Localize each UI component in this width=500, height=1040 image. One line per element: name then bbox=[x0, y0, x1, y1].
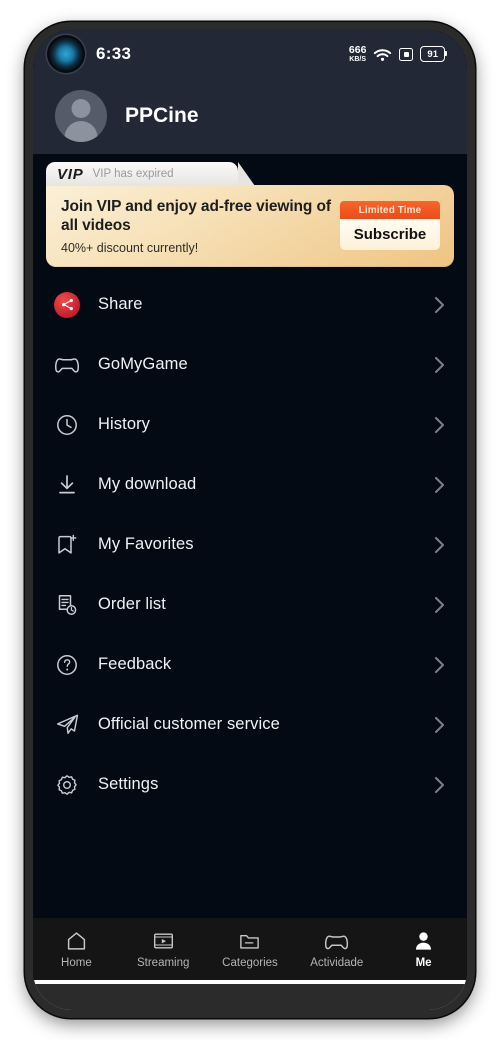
vip-logo: VIP bbox=[57, 165, 84, 183]
menu-item-label: Official customer service bbox=[98, 715, 280, 734]
menu-item-label: Settings bbox=[98, 775, 159, 794]
nav-item-categories[interactable]: Categories bbox=[207, 929, 294, 969]
menu-item-settings[interactable]: Settings bbox=[33, 755, 467, 815]
phone-screen-bezel: 6:33 666 KB/S 91 PPCine VIP VIP has expi… bbox=[33, 30, 467, 1010]
camera-punch-hole-icon bbox=[47, 35, 85, 73]
nav-item-actividade[interactable]: Actividade bbox=[293, 929, 380, 969]
menu-item-gomygame[interactable]: GoMyGame bbox=[33, 335, 467, 395]
page-title: PPCine bbox=[125, 104, 199, 127]
nav-label: Actividade bbox=[310, 957, 364, 969]
vip-headline: Join VIP and enjoy ad-free viewing of al… bbox=[61, 198, 331, 235]
chevron-right-icon bbox=[435, 536, 444, 553]
menu-item-my-favorites[interactable]: My Favorites bbox=[33, 515, 467, 575]
menu-item-feedback[interactable]: Feedback bbox=[33, 635, 467, 695]
vip-banner-body[interactable]: Join VIP and enjoy ad-free viewing of al… bbox=[46, 185, 454, 267]
menu-item-label: History bbox=[98, 415, 151, 434]
gear-icon bbox=[53, 771, 81, 799]
menu-item-label: GoMyGame bbox=[98, 355, 188, 374]
nav-label: Categories bbox=[222, 957, 278, 969]
menu-list: Share GoMyGame History My download My Fa… bbox=[33, 267, 467, 918]
subscribe-button[interactable]: Subscribe bbox=[340, 219, 440, 251]
bookmark-plus-icon bbox=[53, 531, 81, 559]
nav-item-home[interactable]: Home bbox=[33, 929, 120, 969]
menu-item-label: Feedback bbox=[98, 655, 172, 674]
folder-icon bbox=[238, 929, 261, 952]
chevron-right-icon bbox=[435, 776, 444, 793]
chevron-right-icon bbox=[435, 656, 444, 673]
subscribe-cta[interactable]: Limited Time Subscribe bbox=[340, 201, 440, 251]
battery-icon: 91 bbox=[420, 46, 447, 62]
menu-item-label: Share bbox=[98, 295, 143, 314]
network-speed-indicator: 666 KB/S bbox=[349, 45, 367, 64]
nav-label: Streaming bbox=[136, 957, 190, 969]
nav-item-streaming[interactable]: Streaming bbox=[120, 929, 207, 969]
chevron-right-icon bbox=[435, 716, 444, 733]
gamepad-icon bbox=[324, 929, 349, 952]
vip-banner[interactable]: VIP VIP has expired Join VIP and enjoy a… bbox=[46, 162, 454, 267]
download-icon bbox=[53, 471, 81, 499]
chevron-right-icon bbox=[435, 296, 444, 313]
phone-frame: 6:33 666 KB/S 91 PPCine VIP VIP has expi… bbox=[25, 22, 475, 1018]
bottom-navigation: Home Streaming Categories Actividade Me bbox=[33, 918, 467, 980]
share-icon bbox=[53, 291, 81, 319]
limited-time-badge: Limited Time bbox=[340, 201, 440, 220]
menu-item-label: Order list bbox=[98, 595, 166, 614]
phone-chin bbox=[33, 984, 467, 1010]
menu-item-label: My download bbox=[98, 475, 197, 494]
menu-item-share[interactable]: Share bbox=[33, 275, 467, 335]
vip-status-text: VIP has expired bbox=[92, 168, 174, 180]
nav-item-me[interactable]: Me bbox=[380, 929, 467, 969]
status-clock: 6:33 bbox=[96, 44, 132, 63]
menu-item-order-list[interactable]: Order list bbox=[33, 575, 467, 635]
menu-item-label: My Favorites bbox=[98, 535, 194, 554]
chevron-right-icon bbox=[435, 596, 444, 613]
vip-copy: Join VIP and enjoy ad-free viewing of al… bbox=[61, 197, 340, 255]
chevron-right-icon bbox=[435, 416, 444, 433]
network-speed-value: 666 bbox=[348, 43, 367, 56]
chevron-right-icon bbox=[435, 356, 444, 373]
menu-item-official-customer-service[interactable]: Official customer service bbox=[33, 695, 467, 755]
menu-item-history[interactable]: History bbox=[33, 395, 467, 455]
question-circle-icon bbox=[53, 651, 81, 679]
person-icon bbox=[412, 929, 435, 952]
avatar[interactable] bbox=[55, 90, 107, 142]
status-indicators: 666 KB/S 91 bbox=[349, 45, 447, 64]
clock-icon bbox=[53, 411, 81, 439]
menu-item-my-download[interactable]: My download bbox=[33, 455, 467, 515]
network-speed-unit: KB/S bbox=[349, 56, 367, 64]
order-document-icon bbox=[53, 591, 81, 619]
paper-plane-icon bbox=[53, 711, 81, 739]
profile-header[interactable]: PPCine bbox=[33, 78, 467, 154]
home-icon bbox=[65, 929, 88, 952]
nav-label: Home bbox=[61, 957, 92, 969]
vip-status-tab: VIP VIP has expired bbox=[46, 162, 255, 186]
gamepad-icon bbox=[53, 351, 81, 379]
chevron-right-icon bbox=[435, 476, 444, 493]
video-icon bbox=[152, 929, 175, 952]
nav-label: Me bbox=[415, 957, 432, 969]
app-screen: 6:33 666 KB/S 91 PPCine VIP VIP has expi… bbox=[33, 30, 467, 1010]
nfc-icon bbox=[399, 47, 414, 61]
vip-subtext: 40%+ discount currently! bbox=[61, 240, 199, 255]
status-bar: 6:33 666 KB/S 91 bbox=[33, 30, 467, 78]
wifi-icon bbox=[374, 48, 392, 61]
